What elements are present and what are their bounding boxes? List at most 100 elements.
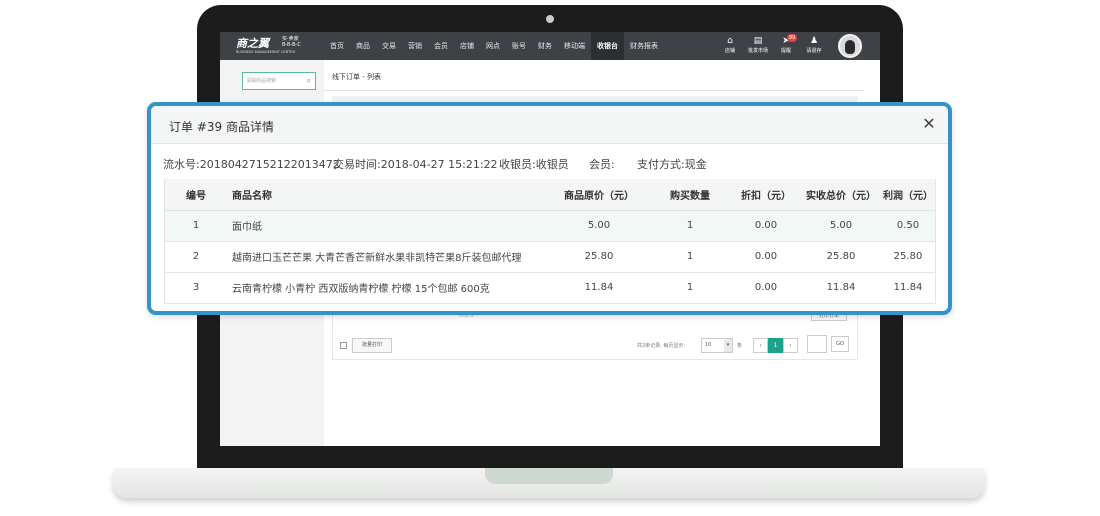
order-detail-modal: 订单 #39 商品详情 ✕ 流水号:20180427152122013472 交易… (147, 102, 952, 315)
breadcrumb: 线下订单 - 列表 (332, 73, 381, 81)
chevron-down-icon: ▾ (724, 339, 732, 352)
table-cell: 11.84 (802, 272, 880, 304)
table-cell: 1 (650, 241, 730, 273)
column-header: 折扣（元） (730, 179, 802, 211)
info-key: 收银员: (499, 158, 536, 171)
logo-subtitle: BUSINESS MANAGEMENT CENTER (236, 50, 296, 54)
info-value: 2018-04-27 15:21:22 (380, 158, 498, 171)
table-row: 3 云南青柠檬 小青柠 西双版纳青柠檬 柠檬 15个包邮 600克 11.84 1 0.… (164, 272, 936, 304)
tool-label: 批发市场 (747, 48, 768, 54)
order-info-item: 流水号:20180427152122013472 (163, 156, 340, 172)
order-items-table: 编号 商品名称 商品原价（元） 购买数量 折扣（元） 实收总价（元） 利润（元） 1 面巾纸 5… (164, 179, 936, 304)
notification-badge: 99 (787, 34, 797, 42)
nav-item[interactable]: 收银台 (591, 32, 624, 60)
table-cell: 5.00 (802, 210, 880, 242)
table-cell: 0.00 (730, 241, 802, 273)
table-cell: 0.50 (880, 210, 936, 242)
table-cell: 0.00 (730, 210, 802, 242)
webcam (546, 15, 554, 23)
nav-item[interactable]: 店铺 (454, 32, 480, 60)
table-cell: 3 (164, 272, 228, 304)
table-cell: 25.80 (802, 241, 880, 273)
table-cell: 云南青柠檬 小青柠 西双版纳青柠檬 柠檬 15个包邮 600克 (228, 272, 548, 304)
order-info-item: 交易时间:2018-04-27 15:21:22 (333, 156, 498, 172)
user-icon: ♟ (809, 36, 819, 46)
column-header: 购买数量 (650, 179, 730, 211)
avatar[interactable] (838, 34, 862, 58)
tool-button[interactable]: ▤ 批发市场 (744, 35, 772, 54)
column-header: 编号 (164, 179, 228, 211)
table-header-row: 编号 商品名称 商品原价（元） 购买数量 折扣（元） 实收总价（元） 利润（元） (164, 179, 936, 211)
info-key: 交易时间: (333, 158, 381, 171)
info-key: 会员: (589, 158, 615, 171)
nav-item[interactable]: 交易 (376, 32, 402, 60)
divider (324, 90, 864, 91)
order-list-footer: 现金收 打印订单 批量打印 共2条记录, 每页显示: 10 ▾ 条 ‹ 1 › … (332, 310, 858, 360)
nav-item[interactable]: 财务报表 (624, 32, 664, 60)
column-header: 利润（元） (880, 179, 936, 211)
info-value: 20180427152122013472 (199, 158, 340, 171)
page-unit: 条 (737, 343, 743, 349)
nav-item[interactable]: 会员 (428, 32, 454, 60)
nav-item[interactable]: 账号 (506, 32, 532, 60)
info-value: 收银员 (535, 158, 569, 171)
page-jump-input[interactable] (807, 335, 827, 353)
table-cell: 1 (164, 210, 228, 242)
nav-item[interactable]: 财务 (532, 32, 558, 60)
top-navbar: 商之翼 买·卖家 B-B-B-C BUSINESS MANAGEMENT CEN… (220, 32, 880, 60)
laptop-base (113, 468, 985, 498)
pager-info: 共2条记录, 每页显示: (637, 343, 686, 349)
info-value: 现金 (684, 158, 707, 171)
tool-button[interactable]: ♟ 请退存 (800, 35, 828, 54)
search-icon[interactable]: ⌕ (307, 73, 311, 89)
column-header: 实收总价（元） (802, 179, 880, 211)
order-info-item: 会员: (589, 156, 615, 172)
tool-label: 请退存 (806, 48, 822, 54)
nav-item[interactable]: 移动端 (558, 32, 591, 60)
tool-button[interactable]: ⌂ 店铺 (716, 35, 744, 54)
top-tools: ⌂ 店铺 ▤ 批发市场 ➤ 提醒 99 ♟ 请退存 (716, 34, 828, 54)
app-logo: 商之翼 买·卖家 B-B-B-C BUSINESS MANAGEMENT CEN… (236, 35, 320, 57)
table-cell: 11.84 (880, 272, 936, 304)
nav-item[interactable]: 商品 (350, 32, 376, 60)
logo-side-text: 买·卖家 B-B-B-C (282, 36, 301, 48)
laptop-notch (485, 468, 613, 484)
table-cell: 2 (164, 241, 228, 273)
table-cell: 面巾纸 (228, 210, 548, 242)
logo-main-text: 商之翼 (236, 37, 269, 50)
page-size-select[interactable]: 10 ▾ (701, 338, 733, 353)
nav-item[interactable]: 网点 (480, 32, 506, 60)
home-icon: ⌂ (727, 36, 733, 46)
current-page-button[interactable]: 1 (768, 338, 783, 353)
next-page-button[interactable]: › (783, 338, 798, 353)
tool-label: 店铺 (724, 48, 735, 54)
close-icon[interactable]: ✕ (919, 114, 939, 134)
prev-page-button[interactable]: ‹ (753, 338, 768, 353)
info-key: 支付方式: (637, 158, 685, 171)
order-info-item: 支付方式:现金 (637, 156, 707, 172)
column-header: 商品原价（元） (548, 179, 650, 211)
table-cell: 0.00 (730, 272, 802, 304)
monitor-icon: ▤ (753, 36, 763, 46)
product-search-input[interactable]: 请输商品搜索 ⌕ (242, 72, 316, 90)
go-button[interactable]: GO (831, 336, 849, 352)
table-cell: 5.00 (548, 210, 650, 242)
table-cell: 1 (650, 210, 730, 242)
table-cell: 11.84 (548, 272, 650, 304)
pager-row: 批量打印 共2条记录, 每页显示: 10 ▾ 条 ‹ 1 › GO (333, 333, 857, 359)
nav-item[interactable]: 营销 (402, 32, 428, 60)
table-cell: 越南进口玉芒芒果 大青芒香芒新鲜水果非凯特芒果8斤装包邮代理 (228, 241, 548, 273)
nav-item[interactable]: 首页 (324, 32, 350, 60)
table-cell: 1 (650, 272, 730, 304)
select-all-checkbox[interactable] (340, 342, 347, 349)
tool-button[interactable]: ➤ 提醒 99 (772, 34, 800, 54)
tool-label: 提醒 (780, 48, 791, 54)
table-body: 1 面巾纸 5.00 1 0.00 5.00 0.50 2 越南进口玉芒芒果 大青芒香芒新鲜水果… (164, 210, 936, 304)
batch-print-button[interactable]: 批量打印 (352, 338, 392, 353)
modal-title: 订单 #39 商品详情 (169, 120, 274, 134)
table-row: 2 越南进口玉芒芒果 大青芒香芒新鲜水果非凯特芒果8斤装包邮代理 25.80 1 0.0… (164, 241, 936, 273)
order-info-item: 收银员:收银员 (499, 156, 569, 172)
main-nav: 首页 商品 交易 营销 会员 店铺 网点 账号 财务 移动端 收银台 财务报表 (324, 32, 664, 60)
modal-header: 订单 #39 商品详情 ✕ (151, 106, 948, 144)
table-cell: 25.80 (880, 241, 936, 273)
